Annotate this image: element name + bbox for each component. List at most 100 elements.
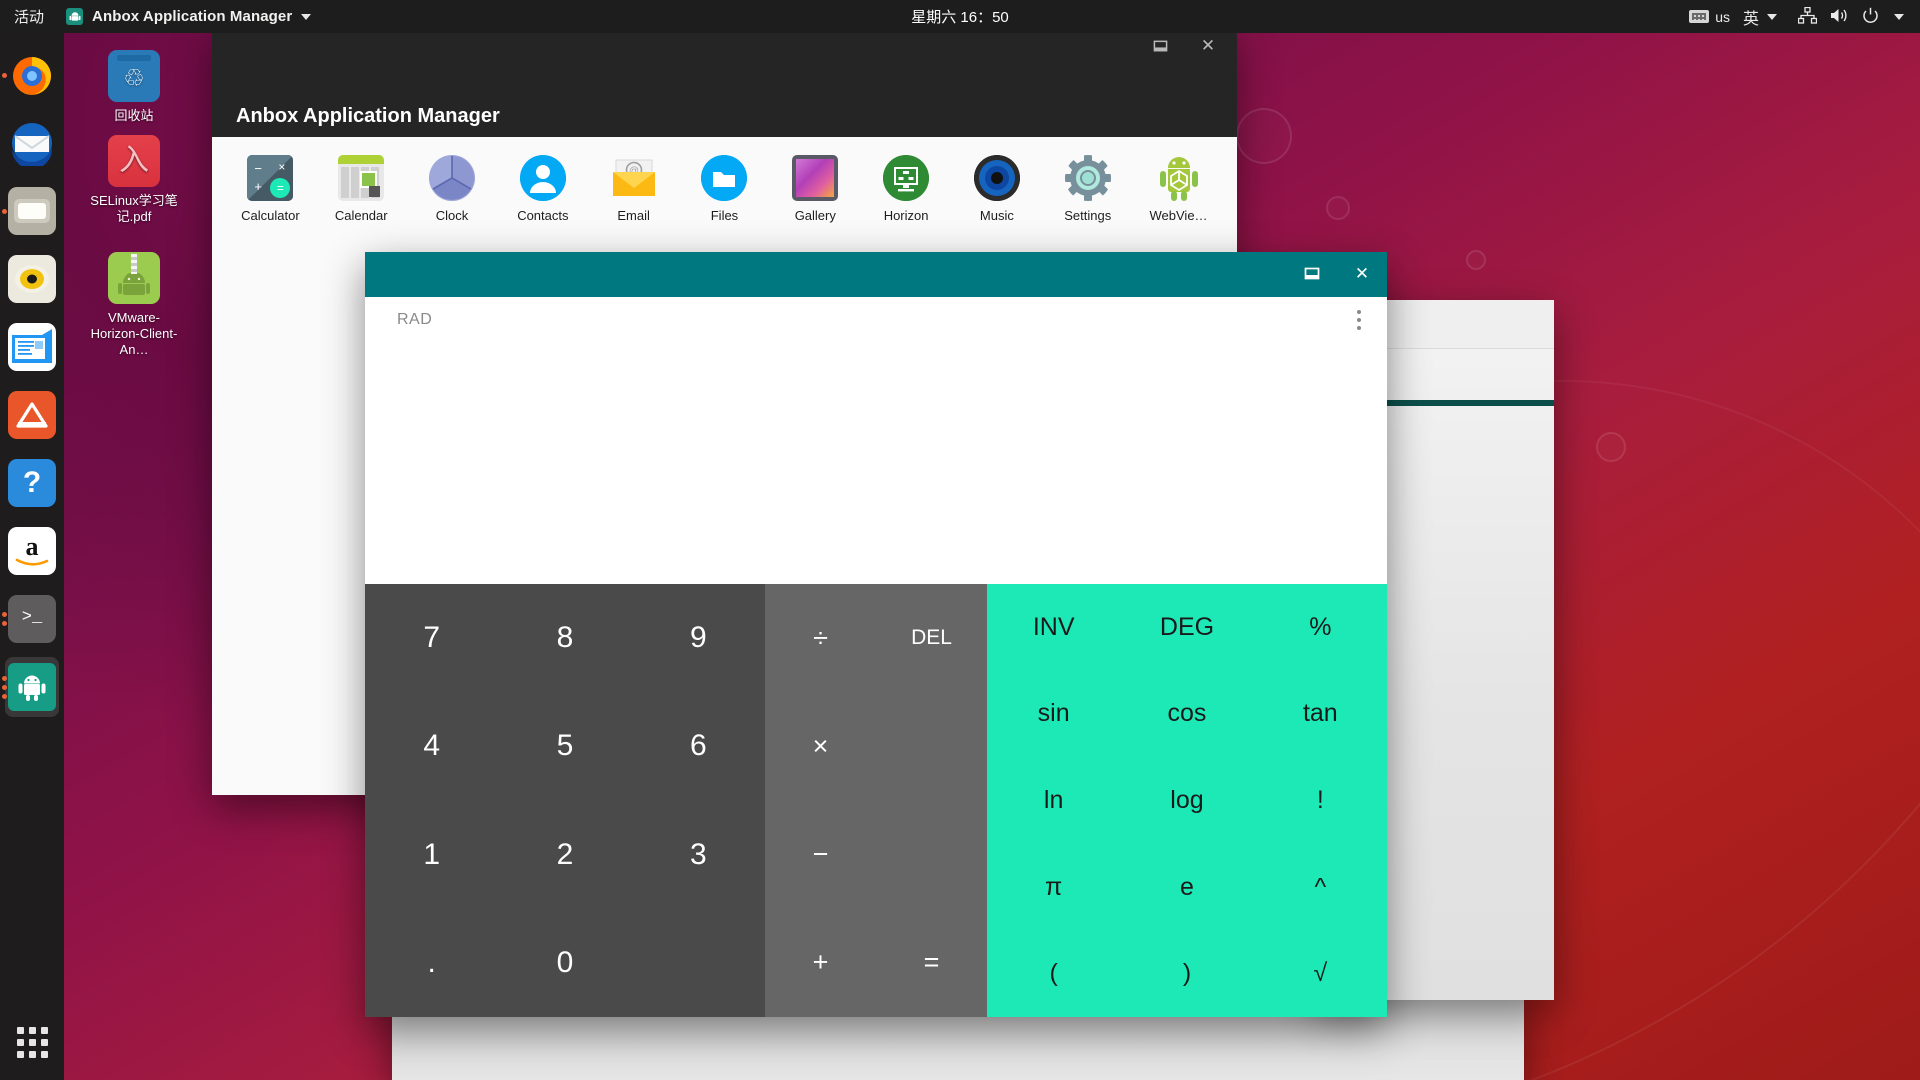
- dock-item-amazon[interactable]: a: [0, 519, 64, 583]
- calc-key-4[interactable]: 4: [365, 692, 498, 800]
- calc-key-9[interactable]: 9: [632, 584, 765, 692]
- calc-key-log[interactable]: log: [1120, 757, 1253, 844]
- chevron-down-icon[interactable]: [1894, 13, 1904, 20]
- dock-item-firefox[interactable]: [0, 43, 64, 107]
- anbox-app-email[interactable]: @ Email: [599, 155, 668, 223]
- calculator-numeric-pad: 7 8 9 4 5 6 1 2 3 . 0: [365, 584, 765, 1017]
- chevron-down-icon: [1767, 13, 1777, 20]
- calculator-keypad: 7 8 9 4 5 6 1 2 3 . 0 ÷ DEL × − + = INV …: [365, 584, 1387, 1017]
- calculator-operator-pad: ÷ DEL × − + =: [765, 584, 987, 1017]
- calc-key-tan[interactable]: tan: [1254, 671, 1387, 758]
- anbox-app-label: Calculator: [241, 208, 300, 223]
- desktop-icon-trash[interactable]: ♲ 回收站: [86, 50, 182, 124]
- calc-key-6[interactable]: 6: [632, 692, 765, 800]
- calculator-titlebar[interactable]: ✕: [365, 252, 1387, 297]
- dock-item-help[interactable]: ?: [0, 451, 64, 515]
- calc-key-e[interactable]: e: [1120, 844, 1253, 931]
- anbox-app-settings[interactable]: Settings: [1053, 155, 1122, 223]
- mail-icon: [8, 119, 56, 167]
- calc-key-inv[interactable]: INV: [987, 584, 1120, 671]
- anbox-app-contacts[interactable]: Contacts: [508, 155, 577, 223]
- restore-icon[interactable]: [1301, 263, 1323, 285]
- help-icon: ?: [8, 459, 56, 507]
- dock-item-files[interactable]: [0, 179, 64, 243]
- anbox-app-calculator[interactable]: − × + = Calculator: [236, 155, 305, 223]
- calc-key-cos[interactable]: cos: [1120, 671, 1253, 758]
- dock-item-anbox[interactable]: [0, 655, 64, 719]
- calc-key-8[interactable]: 8: [498, 584, 631, 692]
- show-applications-button[interactable]: [0, 1027, 64, 1058]
- calc-key-delete[interactable]: DEL: [876, 584, 987, 692]
- restore-icon[interactable]: [1149, 35, 1171, 57]
- dock-item-thunderbird[interactable]: [0, 111, 64, 175]
- anbox-app-horizon[interactable]: Horizon: [872, 155, 941, 223]
- desktop-icon-pdf[interactable]: 入 SELinux学习笔记.pdf: [86, 135, 182, 225]
- calc-key-sin[interactable]: sin: [987, 671, 1120, 758]
- input-method-indicator[interactable]: 英: [1743, 5, 1777, 29]
- calc-key-empty: [632, 909, 765, 1017]
- calc-key-empty: [876, 692, 987, 800]
- calc-key-1[interactable]: 1: [365, 801, 498, 909]
- clock-button[interactable]: 星期六 16：50: [830, 6, 1090, 27]
- anbox-titlebar[interactable]: ✕ Anbox Application Manager: [212, 27, 1237, 137]
- calc-key-subtract[interactable]: −: [765, 801, 876, 909]
- dock-item-libreoffice-writer[interactable]: [0, 315, 64, 379]
- calc-key-close-paren[interactable]: ): [1120, 930, 1253, 1017]
- close-icon[interactable]: ✕: [1197, 35, 1219, 57]
- calculator-window[interactable]: ✕ RAD 7 8 9 4 5 6 1 2 3 . 0 ÷ DEL × − + …: [365, 252, 1387, 1017]
- anbox-window-title: Anbox Application Manager: [236, 105, 500, 127]
- volume-icon[interactable]: [1830, 7, 1849, 27]
- anbox-app-music[interactable]: Music: [963, 155, 1032, 223]
- close-icon[interactable]: ✕: [1351, 263, 1373, 285]
- top-bar: 活动 Anbox Application Manager 星期六 16：50 u…: [0, 0, 1920, 33]
- anbox-app-label: Settings: [1064, 208, 1112, 223]
- power-icon[interactable]: [1862, 7, 1879, 27]
- chevron-down-icon: [301, 13, 312, 20]
- calc-key-empty: [876, 801, 987, 909]
- anbox-app-gallery[interactable]: Gallery: [781, 155, 850, 223]
- calc-key-0[interactable]: 0: [498, 909, 631, 1017]
- dock-item-terminal[interactable]: >_: [0, 587, 64, 651]
- calc-key-power[interactable]: ^: [1254, 844, 1387, 931]
- anbox-app-clock[interactable]: Clock: [418, 155, 487, 223]
- dock-item-rhythmbox[interactable]: [0, 247, 64, 311]
- calc-key-open-paren[interactable]: (: [987, 930, 1120, 1017]
- calc-key-decimal[interactable]: .: [365, 909, 498, 1017]
- calc-key-ln[interactable]: ln: [987, 757, 1120, 844]
- calc-key-5[interactable]: 5: [498, 692, 631, 800]
- dock: ? a >_: [0, 33, 64, 1080]
- running-indicator: [2, 655, 10, 719]
- calc-key-percent[interactable]: %: [1254, 584, 1387, 671]
- anbox-app-webview[interactable]: WebVie…: [1144, 155, 1213, 223]
- anbox-app-label: Contacts: [517, 208, 569, 223]
- keyboard-layout-indicator[interactable]: us: [1689, 9, 1730, 25]
- calc-key-deg[interactable]: DEG: [1120, 584, 1253, 671]
- anbox-app-label: WebVie…: [1149, 208, 1208, 223]
- calc-key-pi[interactable]: π: [987, 844, 1120, 931]
- calc-key-multiply[interactable]: ×: [765, 692, 876, 800]
- calc-key-2[interactable]: 2: [498, 801, 631, 909]
- calc-key-3[interactable]: 3: [632, 801, 765, 909]
- android-icon: [8, 663, 56, 711]
- anbox-app-calendar[interactable]: Calendar: [327, 155, 396, 223]
- anbox-app-label: Music: [979, 208, 1014, 223]
- dock-item-ubuntu-software[interactable]: [0, 383, 64, 447]
- app-menu-button[interactable]: Anbox Application Manager: [58, 8, 319, 25]
- calc-key-7[interactable]: 7: [365, 584, 498, 692]
- calc-key-factorial[interactable]: !: [1254, 757, 1387, 844]
- calc-key-equals[interactable]: =: [876, 909, 987, 1017]
- activities-button[interactable]: 活动: [0, 6, 58, 27]
- calc-key-sqrt[interactable]: √: [1254, 930, 1387, 1017]
- desktop-icon-vmware-apk[interactable]: VMware-Horizon-Client-An…: [86, 252, 182, 358]
- grid-icon: [16, 1027, 48, 1058]
- network-icon[interactable]: [1797, 6, 1818, 27]
- anbox-app-files[interactable]: Files: [690, 155, 759, 223]
- calc-key-add[interactable]: +: [765, 909, 876, 1017]
- overflow-menu-icon[interactable]: [1357, 310, 1361, 330]
- calc-key-divide[interactable]: ÷: [765, 584, 876, 692]
- calculator-display: RAD: [365, 297, 1387, 584]
- trash-icon: ♲: [108, 50, 160, 102]
- contacts-icon: [519, 155, 566, 201]
- anbox-window-controls: ✕: [1149, 35, 1219, 57]
- music-icon: [973, 155, 1020, 201]
